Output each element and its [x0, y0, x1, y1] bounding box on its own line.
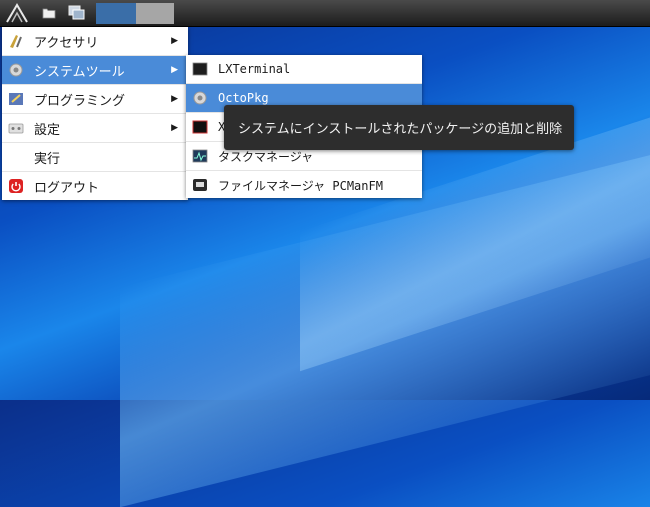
taskbar-button[interactable] — [136, 3, 174, 24]
settings-icon — [8, 120, 24, 136]
tooltip-text: システムにインストールされたパッケージの追加と削除 — [238, 122, 563, 137]
chevron-right-icon: ▶ — [171, 65, 178, 75]
chevron-right-icon: ▶ — [171, 123, 178, 133]
chevron-right-icon: ▶ — [171, 94, 178, 104]
submenu-item-label: ファイルマネージャ PCManFM — [218, 178, 383, 193]
menu-item-label: プログラミング — [34, 93, 126, 109]
menu-item-settings[interactable]: 設定 ▶ — [2, 114, 188, 143]
top-panel — [0, 0, 650, 27]
menu-item-label: ログアウト — [34, 180, 100, 196]
chevron-right-icon: ▶ — [171, 36, 178, 46]
terminal-icon — [192, 61, 208, 77]
logout-icon — [8, 178, 24, 194]
menu-item-label: アクセサリ — [34, 35, 99, 51]
menu-item-system-tools[interactable]: システムツール ▶ — [2, 56, 188, 85]
submenu-item-lxterminal[interactable]: LXTerminal — [186, 55, 422, 84]
menu-item-label: 設定 — [34, 122, 61, 138]
menu-item-accessories[interactable]: アクセサリ ▶ — [2, 27, 188, 56]
menu-item-logout[interactable]: ログアウト — [2, 172, 188, 200]
system-tools-icon — [8, 62, 24, 78]
lxqt-logo-icon[interactable] — [2, 2, 32, 24]
task-manager-icon — [192, 148, 208, 164]
menu-item-programming[interactable]: プログラミング ▶ — [2, 85, 188, 114]
menu-item-run[interactable]: 実行 — [2, 143, 188, 172]
programming-icon — [8, 91, 24, 107]
taskbar-button-active[interactable] — [96, 3, 136, 24]
xterm-icon — [192, 119, 208, 135]
main-menu: アクセサリ ▶ システムツール ▶ プログラミング ▶ 設定 ▶ 実行 ログアウ… — [2, 27, 188, 200]
show-desktop-icon[interactable] — [64, 2, 90, 24]
menu-item-label: システムツール — [34, 64, 125, 80]
accessories-icon — [8, 33, 24, 49]
submenu-item-label: LXTerminal — [218, 62, 291, 76]
menu-item-label: 実行 — [34, 151, 61, 167]
submenu-item-file-manager[interactable]: ファイルマネージャ PCManFM — [186, 171, 422, 199]
submenu-item-label: OctoPkg — [218, 91, 269, 105]
file-manager-icon — [192, 177, 208, 193]
folder-icon[interactable] — [36, 2, 62, 24]
submenu-item-label: タスクマネージャ — [218, 149, 314, 164]
octopkg-icon — [192, 90, 208, 106]
tooltip: システムにインストールされたパッケージの追加と削除 — [224, 105, 574, 150]
